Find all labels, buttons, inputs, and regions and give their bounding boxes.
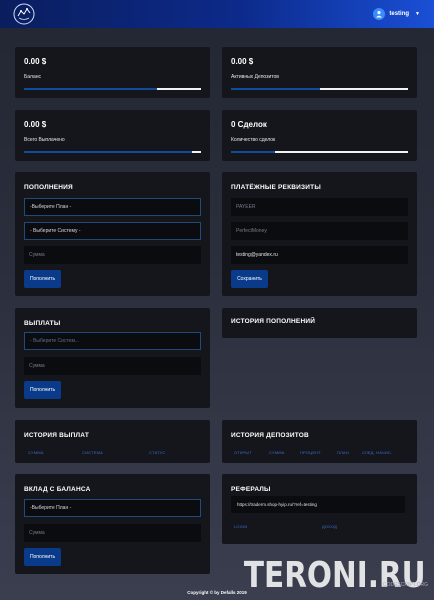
balance-progress-fill [24, 88, 157, 90]
username: testing [389, 11, 410, 17]
referrals-card: РЕФЕРАЛЫ https://traderm.shop-hyip.ru/?r… [222, 474, 417, 544]
total-withdrawn-value: 0.00 $ [24, 120, 47, 129]
balance-invest-card: ВКЛАД С БАЛАНСА -Выберите План - Сумма П… [15, 474, 210, 574]
deals-progress [231, 151, 408, 153]
column-header: СТАТУС [149, 450, 166, 455]
deals-label: Количество сделок [231, 137, 276, 143]
deposit-history-title: ИСТОРИЯ ПОПОЛНЕНИЙ [231, 318, 316, 325]
withdraw-submit-button[interactable]: Пополнить [24, 381, 61, 399]
deposit-card: ПОПОЛНЕНИЯ -Выберите План - - Выберите С… [15, 172, 210, 296]
withdraw-title: ВЫПЛАТЫ [24, 320, 61, 327]
column-header: СИСТЕМА [82, 450, 104, 455]
email-field[interactable]: testing@yandex.ru [231, 246, 408, 264]
deposit-title: ПОПОЛНЕНИЯ [24, 184, 73, 191]
caret-down-icon: ▼ [415, 11, 420, 17]
balance-label: Баланс [24, 74, 42, 80]
column-header: ДОХОД [322, 524, 337, 529]
total-withdrawn-card: 0.00 $ Всего Выплачено [15, 110, 210, 161]
column-header: ПРОЦЕНТ [300, 450, 321, 455]
total-withdrawn-progress-fill [24, 151, 193, 153]
deposit-amount-input[interactable]: Сумма [24, 246, 201, 264]
deposit-plan-select[interactable]: -Выберите План - [24, 198, 201, 216]
logo-icon[interactable] [12, 2, 36, 26]
balance-value: 0.00 $ [24, 57, 47, 66]
balance-card: 0.00 $ Баланс [15, 47, 210, 98]
save-button[interactable]: Сохранить [231, 270, 268, 288]
withdraw-history-title: ИСТОРИЯ ВЫПЛАТ [24, 432, 89, 439]
deposit-submit-button[interactable]: Пополнить [24, 270, 61, 288]
column-header: LOGIN [234, 524, 248, 529]
deposit-history-card: ИСТОРИЯ ПОПОЛНЕНИЙ [222, 308, 417, 338]
watermark-text: CODESCRIPT.ORG [382, 582, 428, 588]
active-deposits-value: 0.00 $ [231, 57, 254, 66]
column-header: ПЛАН [337, 450, 349, 455]
column-header: ОТКРЫТ [234, 450, 252, 455]
active-deposits-card: 0.00 $ Активных Депозитов [222, 47, 417, 98]
active-deposits-progress [231, 88, 408, 90]
deposit-system-select[interactable]: - Выберите Систему - [24, 222, 201, 240]
deposits-history-card: ИСТОРИЯ ДЕПОЗИТОВ ОТКРЫТ СУММА ПРОЦЕНТ П… [222, 420, 417, 463]
withdraw-history-card: ИСТОРИЯ ВЫПЛАТ СУММА СИСТЕМА СТАТУС [15, 420, 210, 463]
active-deposits-label: Активных Депозитов [231, 74, 279, 80]
invest-amount-input[interactable]: Сумма [24, 524, 201, 542]
payment-details-title: ПЛАТЁЖНЫЕ РЕКВИЗИТЫ [231, 184, 321, 191]
user-menu[interactable]: testing ▼ [373, 6, 420, 22]
deals-value: 0 Сделок [231, 120, 267, 129]
invest-submit-button[interactable]: Пополнить [24, 548, 61, 566]
total-withdrawn-progress [24, 151, 201, 153]
user-icon [373, 8, 386, 20]
deals-card: 0 Сделок Количество сделок [222, 110, 417, 161]
column-header: СУММА [269, 450, 285, 455]
watermark-logo: TERONI.RU [244, 555, 426, 596]
column-header: СЛЕД. НАЧИС. [362, 450, 393, 455]
payeer-input[interactable]: PAYEER [231, 198, 408, 216]
withdraw-card: ВЫПЛАТЫ - Выберите Систем... Сумма Попол… [15, 308, 210, 408]
referrals-title: РЕФЕРАЛЫ [231, 486, 271, 493]
balance-invest-title: ВКЛАД С БАЛАНСА [24, 486, 91, 493]
deposits-history-title: ИСТОРИЯ ДЕПОЗИТОВ [231, 432, 309, 439]
deals-progress-fill [231, 151, 276, 153]
invest-plan-select[interactable]: -Выберите План - [24, 499, 201, 517]
total-withdrawn-label: Всего Выплачено [24, 137, 65, 143]
balance-progress [24, 88, 201, 90]
withdraw-amount-input[interactable]: Сумма [24, 357, 201, 375]
perfectmoney-input[interactable]: PerfectMoney [231, 222, 408, 240]
active-deposits-progress-fill [231, 88, 320, 90]
payment-details-card: ПЛАТЁЖНЫЕ РЕКВИЗИТЫ PAYEER PerfectMoney … [222, 172, 417, 296]
top-bar: testing ▼ [0, 0, 434, 28]
referral-link[interactable]: https://traderm.shop-hyip.ru/?ref=testin… [231, 496, 405, 513]
column-header: СУММА [28, 450, 44, 455]
withdraw-system-select[interactable]: - Выберите Систем... [24, 332, 201, 350]
